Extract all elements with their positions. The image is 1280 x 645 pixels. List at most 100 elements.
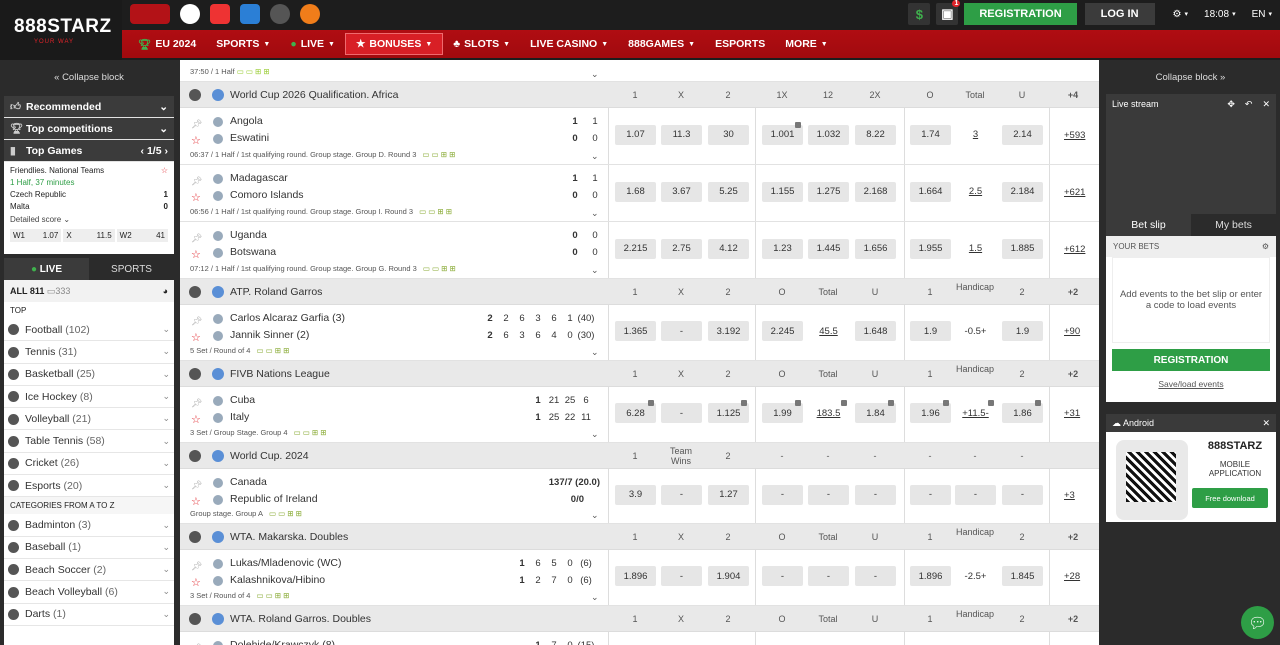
nav-eu2024[interactable]: 🏆︎ EU 2024 [128,33,206,55]
language-select[interactable]: EN ▾ [1252,9,1272,20]
detailed-score-link[interactable]: Detailed score ⌄ [10,215,168,224]
odd-button[interactable]: 2.75 [661,238,702,259]
odd-button[interactable]: 2.184 [1002,181,1043,202]
stats-icon[interactable]: ▭ ▭ ⊞ ⊞ [419,207,452,216]
more-markets-link[interactable]: +90 [1064,326,1080,337]
pin-icon[interactable]: 📌︎ [191,398,202,409]
odd-button[interactable]: 2.245 [762,321,803,341]
stats-icon[interactable]: ▭ ▭ ⊞ ⊞ [423,264,456,273]
league-header[interactable]: FIVB Nations League 1 X 2 O Total U 1 Handicap 2 +… [180,361,1099,387]
odd-button[interactable]: 1.365 [615,321,656,341]
odd-button[interactable]: - [910,484,951,505]
login-button[interactable]: LOG IN [1084,3,1155,25]
brand-logo[interactable]: 888STARZ YOUR WAY [0,0,122,60]
close-icon[interactable]: ✕ [1262,99,1270,109]
odd-button[interactable]: 1.445 [808,238,849,259]
odd-button[interactable]: 2.5 [955,182,996,202]
more-markets-link[interactable]: +593 [1064,130,1085,141]
star-icon[interactable]: ☆ [191,191,201,204]
sport-item[interactable]: Darts (1) ⌄ [4,604,174,626]
sport-item[interactable]: Tennis (31) ⌄ [4,341,174,364]
odd-button[interactable]: 1.275 [808,181,849,202]
odd-button[interactable]: 11.3 [661,124,702,145]
star-icon[interactable]: ☆ [191,576,201,589]
tab-bet-slip[interactable]: Bet slip [1106,214,1191,236]
odd-button[interactable]: 45.5 [808,321,849,341]
star-icon[interactable]: ☆ [191,134,201,147]
nav-sports[interactable]: SPORTS ▼ [206,33,280,55]
odd-button[interactable]: 1.032 [808,124,849,145]
clock-time[interactable]: 18:08 ▾ [1204,9,1236,20]
pin-icon[interactable]: 📌︎ [191,316,202,327]
move-icon[interactable]: ✥ [1227,99,1235,109]
collapse-left-button[interactable]: « Collapse block [0,60,178,94]
odd-button[interactable]: 1.955 [910,238,951,259]
sport-item[interactable]: Badminton (3) ⌄ [4,514,174,537]
registration-button[interactable]: REGISTRATION [964,3,1077,25]
odd-button[interactable]: - [855,484,896,505]
settings-icon[interactable]: ⚙ ▾ [1173,9,1188,20]
sport-item[interactable]: Football (102) ⌄ [4,319,174,342]
more-markets-link[interactable]: +612 [1064,244,1085,255]
odd-button[interactable]: 1.648 [855,321,896,341]
odd-button[interactable]: 1.99 [762,400,803,423]
odd-button[interactable]: - [855,566,896,586]
odd-button[interactable]: 1.27 [708,484,749,505]
odd-button[interactable]: 1.896 [910,566,951,586]
chevron-down-icon[interactable]: ⌄ [591,347,599,358]
tab-my-bets[interactable]: My bets [1191,214,1276,236]
sport-item[interactable]: Esports (20) ⌄ [4,475,174,498]
league-header[interactable]: WTA. Makarska. Doubles 1 X 2 O Total U 1 Handica… [180,524,1099,550]
nav-live-casino[interactable]: LIVE CASINO ▼ [520,33,618,55]
close-icon[interactable]: ✕ [1262,418,1270,429]
odd-button[interactable]: 1.86 [1002,400,1043,423]
odd-button[interactable]: 183.5 [808,400,849,423]
nav-slots[interactable]: ♣ SLOTS ▼ [443,33,520,55]
match-row[interactable]: 📌︎ ☆ Lukas/Mladenovic (WC) Kalashnikova/Hib… [180,550,1099,606]
odd-button[interactable]: -2.5+ [955,566,996,586]
all-row[interactable]: ALL 811 ▭333 ◕ [4,280,174,302]
odd-button[interactable]: 6.28 [615,400,656,423]
sport-item[interactable]: Cricket (26) ⌄ [4,453,174,476]
sport-item[interactable]: Beach Soccer (2) ⌄ [4,559,174,582]
collapse-right-button[interactable]: Collapse block » [1101,60,1280,94]
chevron-down-icon[interactable]: ⌄ [591,69,599,80]
sport-item[interactable]: Table Tennis (58) ⌄ [4,430,174,453]
top-game-card[interactable]: Friendlies. National Teams ☆ 1 Half, 37 m… [4,162,174,254]
champions-league-icon[interactable] [270,4,290,24]
stats-icon[interactable]: ▭ ▭ ⊞ ⊞ [256,346,289,355]
odd-button[interactable]: 1.664 [910,181,951,202]
tab-sports[interactable]: SPORTS [89,258,174,280]
betslip-registration-button[interactable]: REGISTRATION [1112,349,1270,371]
odd-w2[interactable]: W2 41 [116,229,168,242]
pin-icon[interactable]: 📌︎ [191,119,202,130]
match-row[interactable]: 📌︎ ☆ Canada Republic of Ireland 137/7 (20.0)… [180,469,1099,524]
odd-button[interactable]: 30 [708,124,749,145]
odd-button[interactable]: 3 [955,125,996,145]
more-markets-link[interactable]: +3 [1064,490,1075,501]
more-markets-link[interactable]: +28 [1064,571,1080,582]
odd-button[interactable]: 1.896 [615,566,656,586]
more-markets-link[interactable]: +621 [1064,187,1085,198]
odd-button[interactable]: 3.67 [661,181,702,202]
chevron-down-icon[interactable]: ⌄ [591,208,599,219]
star-icon[interactable]: ☆ [191,331,201,344]
odd-button[interactable]: 1.155 [762,181,803,202]
odd-button[interactable]: -0.5+ [955,321,996,341]
odd-button[interactable]: - [661,566,702,586]
odd-button[interactable]: 1.68 [615,181,656,202]
match-row[interactable]: 📌︎ ☆ Carlos Alcaraz Garfia (3) Jannik Sinne… [180,305,1099,361]
laliga-icon[interactable] [210,4,230,24]
prev-arrow-icon[interactable]: ‹ [141,145,145,157]
odd-button[interactable]: 1.125 [708,400,749,423]
gift-icon[interactable]: ▣ 1 [936,0,961,25]
deposit-icon[interactable]: $ [908,3,931,25]
sport-item[interactable]: Beach Volleyball (6) ⌄ [4,581,174,604]
match-row[interactable]: 📌︎ ☆ Angola Eswatini 1 1 0 0 06:37 / 1 Half / 1s… [180,108,1099,165]
star-icon[interactable]: ☆ [161,166,168,175]
stats-icon[interactable]: ▭ ▭ ⊞ ⊞ [256,591,289,600]
sport-item[interactable]: Baseball (1) ⌄ [4,537,174,559]
match-row[interactable]: 📌︎ ☆ Uganda Botswana 0 0 0 0 07:12 / 1 Half / 1s… [180,222,1099,279]
odd-button[interactable]: - [661,321,702,341]
save-load-link[interactable]: Save/load events [1106,379,1276,389]
